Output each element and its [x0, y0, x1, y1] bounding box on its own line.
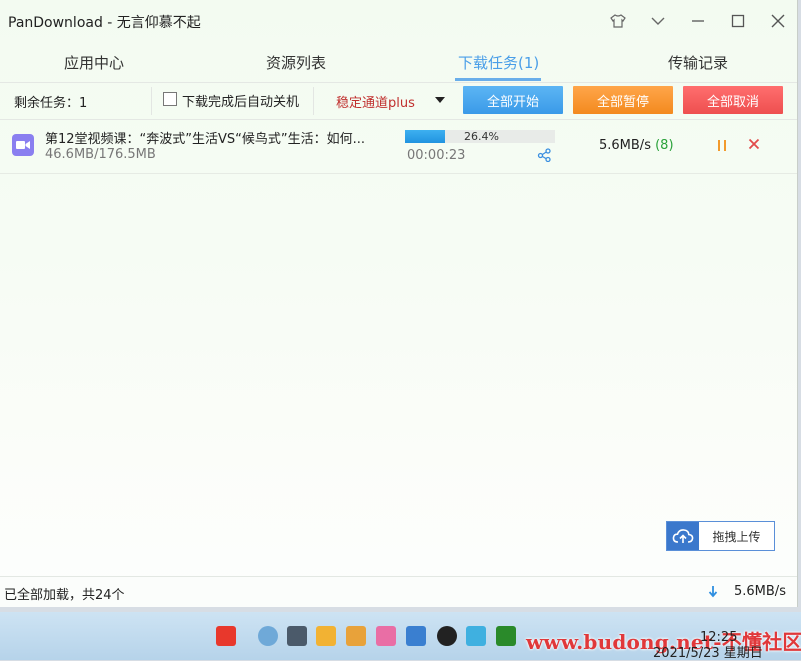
- pause-all-button[interactable]: 全部暂停: [573, 86, 673, 114]
- remaining-tasks: 剩余任务：1: [14, 96, 88, 111]
- task-toolbar: 剩余任务：1 下载完成后自动关机 稳定通道plus 全部开始 全部暂停 全部取消: [0, 82, 797, 120]
- active-tab-indicator: [455, 78, 541, 81]
- drag-upload-button[interactable]: 拖拽上传: [666, 521, 775, 551]
- share-icon[interactable]: [537, 148, 552, 166]
- close-window-icon[interactable]: [764, 8, 792, 34]
- status-text: 已全部加载，共24个: [4, 588, 125, 603]
- cloud-icon[interactable]: [258, 626, 278, 646]
- task-speed: 5.6MB/s (8): [599, 138, 674, 153]
- divider: [151, 87, 152, 115]
- pause-icon[interactable]: [718, 140, 727, 151]
- download-task-row[interactable]: 第12堂视频课：“奔波式”生活VS“候鸟式”生活：如何... 46.6MB/17…: [0, 119, 797, 174]
- chevron-down-icon[interactable]: [644, 8, 672, 34]
- tab-resource-list[interactable]: 资源列表: [266, 52, 326, 73]
- clock-date[interactable]: 2021/5/23 星期日: [653, 642, 763, 661]
- maximize-icon[interactable]: [724, 8, 752, 34]
- connection-count: (8): [655, 138, 674, 153]
- status-bar: 已全部加载，共24个 5.6MB/s: [0, 576, 797, 607]
- auto-shutdown-label[interactable]: 下载完成后自动关机: [182, 91, 299, 110]
- cloud-sync-icon[interactable]: [466, 626, 486, 646]
- upload-label: 拖拽上传: [712, 529, 761, 544]
- elapsed-time: 00:00:23: [407, 148, 466, 163]
- auto-shutdown-checkbox[interactable]: [163, 92, 177, 106]
- close-icon[interactable]: [748, 138, 760, 154]
- app-icon[interactable]: [376, 626, 396, 646]
- minimize-icon[interactable]: [684, 8, 712, 34]
- speed-value: 5.6MB/s: [599, 138, 651, 153]
- channel-select[interactable]: 稳定通道plus: [336, 92, 415, 111]
- window-switch-icon[interactable]: [287, 626, 307, 646]
- main-tabs: 应用中心 资源列表 下载任务(1) 传输记录: [0, 46, 797, 82]
- os-taskbar: www.budong.net-不懂社区 12:25 2021/5/23 星期日: [0, 612, 801, 661]
- sogou-input-icon[interactable]: [216, 626, 236, 646]
- progress-percent: 26.4%: [464, 130, 499, 143]
- nvidia-icon[interactable]: [496, 626, 516, 646]
- progress-fill: [405, 130, 445, 143]
- video-file-icon: [12, 134, 34, 156]
- folder-icon[interactable]: [346, 626, 366, 646]
- qq-icon[interactable]: [437, 626, 457, 646]
- shield-icon[interactable]: [316, 626, 336, 646]
- bird-icon[interactable]: [406, 626, 426, 646]
- title-bar: PanDownload - 无言仰慕不起: [0, 0, 797, 42]
- divider: [313, 87, 314, 115]
- tab-download-tasks[interactable]: 下载任务(1): [458, 52, 539, 73]
- chevron-down-icon[interactable]: [435, 97, 445, 103]
- cloud-upload-icon: [667, 522, 699, 550]
- window-title: PanDownload - 无言仰慕不起: [8, 15, 201, 31]
- start-all-button[interactable]: 全部开始: [463, 86, 563, 114]
- task-file-size: 46.6MB/176.5MB: [45, 147, 156, 162]
- download-arrow-icon: [708, 586, 718, 602]
- tab-app-center[interactable]: 应用中心: [64, 52, 124, 73]
- tab-transfer-history[interactable]: 传输记录: [668, 52, 728, 73]
- skin-icon[interactable]: [604, 8, 632, 34]
- task-file-name: 第12堂视频课：“奔波式”生活VS“候鸟式”生活：如何...: [45, 132, 366, 147]
- total-speed: 5.6MB/s: [734, 584, 786, 599]
- cancel-all-button[interactable]: 全部取消: [683, 86, 783, 114]
- app-window: PanDownload - 无言仰慕不起 应用中心 资源列表 下载任务(1) 传…: [0, 0, 798, 607]
